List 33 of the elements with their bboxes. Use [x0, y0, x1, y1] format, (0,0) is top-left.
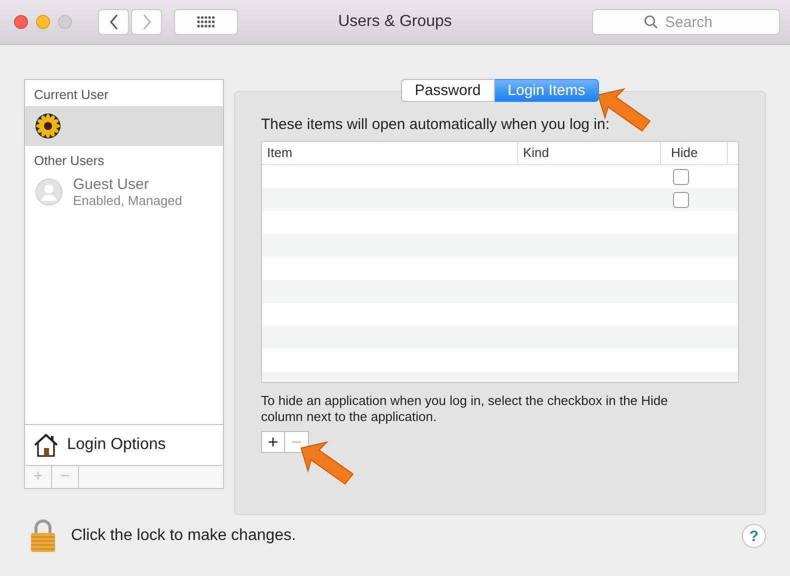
hide-checkbox[interactable]	[673, 192, 689, 208]
chevron-right-icon	[142, 14, 152, 30]
hide-checkbox[interactable]	[673, 168, 689, 184]
section-header: Other Users	[33, 152, 106, 170]
house-icon	[33, 432, 59, 458]
back-button[interactable]	[98, 9, 129, 35]
hint-text: To hide an application when you log in, select the checkbox in the Hide column next to the application.	[261, 393, 669, 425]
user-status: Enabled, Managed	[73, 193, 182, 208]
search-icon	[644, 15, 658, 29]
show-all-button[interactable]	[174, 9, 238, 35]
intro-text: These items will open automatically when you log in:	[261, 116, 611, 133]
user-item[interactable]: Guest User Enabled, Managed	[25, 172, 223, 212]
user-name: Guest User	[73, 176, 150, 193]
grid-icon	[197, 16, 215, 28]
login-options-label: Login Options	[67, 436, 166, 454]
user-item[interactable]	[25, 106, 223, 146]
section-header: Current User	[33, 86, 110, 104]
lock-icon[interactable]	[29, 519, 57, 553]
user-avatar-icon	[35, 178, 63, 206]
add-item-button[interactable]: +	[261, 431, 285, 453]
minimize-window-button[interactable]	[36, 15, 50, 29]
help-button[interactable]: ?	[742, 524, 766, 548]
login-options-item[interactable]: Login Options	[25, 424, 223, 465]
tab[interactable]: Password	[400, 79, 495, 102]
window-title: Users & Groups	[338, 13, 452, 31]
column-header[interactable]: Kind	[518, 142, 661, 164]
search-field[interactable]: Search	[592, 9, 780, 35]
column-header[interactable]: Hide	[661, 142, 728, 164]
flower-avatar-icon	[35, 113, 61, 139]
column-header[interactable]: Item	[262, 142, 518, 164]
lock-message: Click the lock to make changes.	[71, 527, 296, 545]
close-window-button[interactable]	[14, 15, 28, 29]
chevron-left-icon	[108, 14, 118, 30]
